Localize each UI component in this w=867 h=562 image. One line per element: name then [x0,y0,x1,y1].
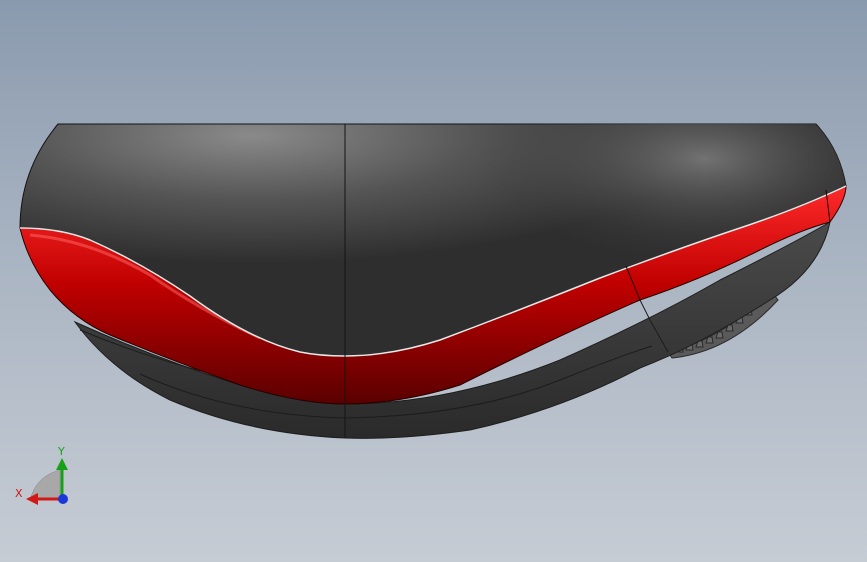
coordinate-triad: Y X [15,445,68,505]
z-axis-marker [58,494,68,504]
x-axis-label: X [15,487,23,500]
cad-viewport[interactable]: Y X [0,0,867,562]
model-render[interactable]: Y X [0,0,867,562]
y-axis-label: Y [57,445,65,458]
